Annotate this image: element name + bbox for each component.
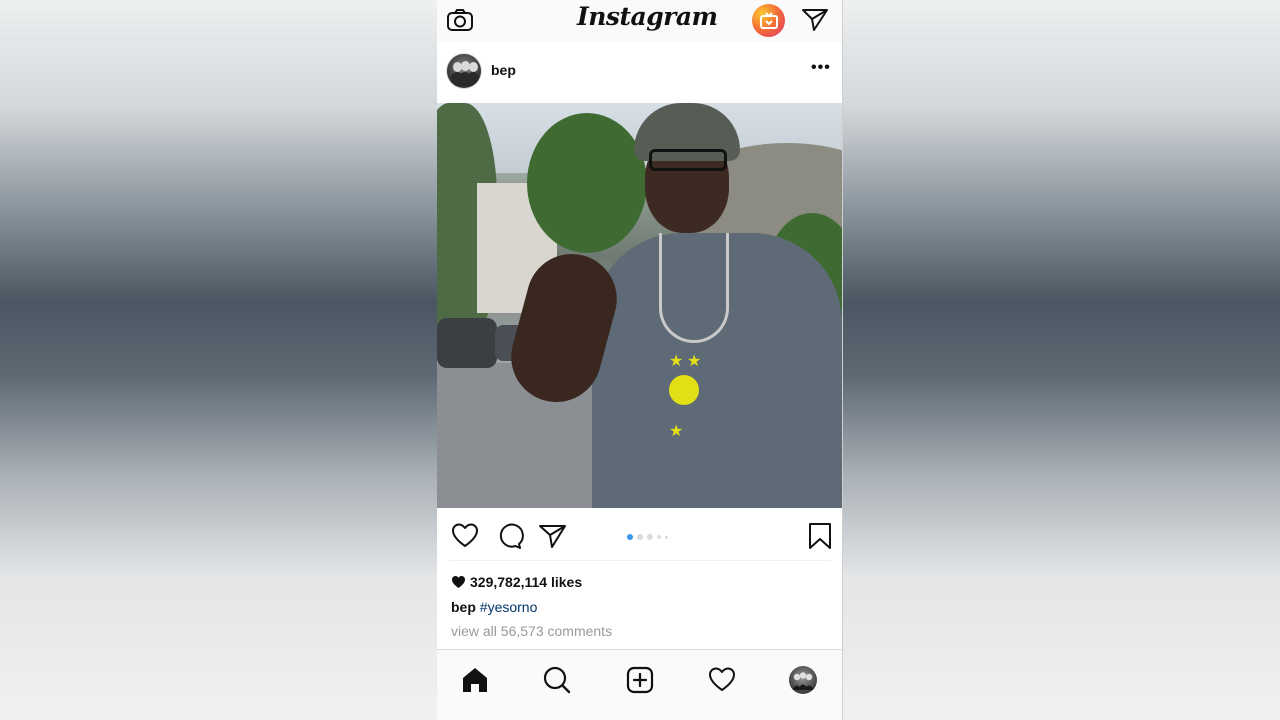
paper-plane-icon[interactable]	[800, 6, 830, 34]
bottom-navigation	[437, 649, 842, 720]
instagram-logo: Instagram	[577, 2, 718, 31]
bookmark-icon[interactable]	[805, 521, 835, 551]
avatar[interactable]	[446, 53, 482, 89]
carousel-dot	[637, 534, 643, 540]
post-caption: bep #yesorno	[451, 599, 537, 615]
comment-bubble-icon[interactable]	[494, 521, 524, 551]
igtv-icon[interactable]	[752, 4, 785, 37]
post-header: bep •••	[437, 48, 842, 94]
post-media-video[interactable]: ★ ★ ★	[437, 103, 842, 508]
search-icon[interactable]	[542, 665, 572, 695]
top-bar: Instagram	[437, 0, 842, 42]
blurred-backdrop-right	[843, 0, 1280, 720]
camera-icon[interactable]	[446, 7, 474, 33]
caption-hashtag[interactable]: #yesorno	[480, 599, 538, 615]
carousel-indicator	[627, 533, 668, 541]
profile-avatar[interactable]	[789, 666, 817, 694]
carousel-dot	[665, 535, 668, 539]
more-options-icon[interactable]: •••	[811, 60, 830, 79]
share-paper-plane-icon[interactable]	[538, 521, 568, 551]
blurred-backdrop-left	[0, 0, 437, 720]
heart-filled-icon	[452, 576, 465, 588]
add-post-icon[interactable]	[625, 665, 655, 695]
post-username[interactable]: bep	[491, 62, 516, 78]
activity-heart-icon[interactable]	[707, 665, 737, 695]
heart-outline-icon[interactable]	[450, 521, 480, 551]
caption-username[interactable]: bep	[451, 599, 476, 615]
home-icon[interactable]	[460, 665, 490, 695]
likes-text: 329,782,114 likes	[470, 574, 583, 590]
divider	[449, 560, 831, 561]
carousel-dot	[647, 534, 653, 540]
likes-count[interactable]: 329,782,114 likes	[451, 574, 582, 590]
post-actions-bar	[437, 518, 842, 554]
view-comments-link[interactable]: view all 56,573 comments	[451, 623, 612, 639]
instagram-app-screen: Instagram bep ••• ★ ★ ★ 329,782,114 like…	[437, 0, 843, 720]
carousel-dot	[627, 534, 633, 540]
carousel-dot	[657, 535, 661, 539]
